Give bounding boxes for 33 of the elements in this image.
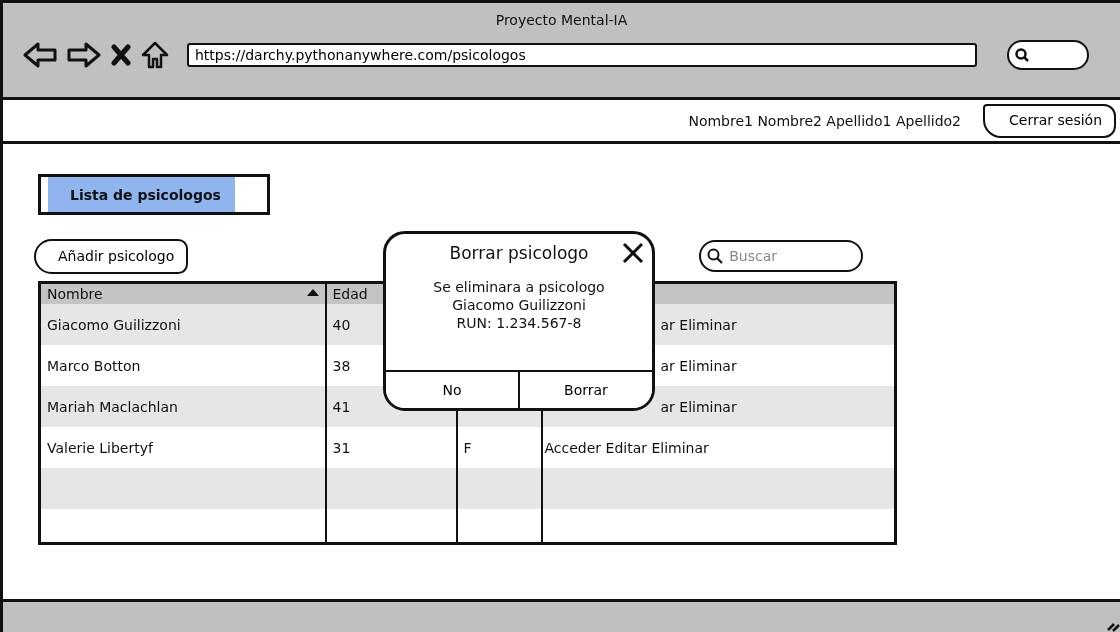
user-name: Nombre1 Nombre2 Apellido1 Apellido2 bbox=[688, 112, 962, 129]
forward-arrow-icon[interactable] bbox=[67, 42, 101, 68]
close-icon[interactable] bbox=[622, 242, 644, 264]
table-cell: F bbox=[463, 439, 472, 456]
back-arrow-icon[interactable] bbox=[23, 42, 57, 68]
stop-icon[interactable] bbox=[111, 44, 131, 66]
table-cell: Marco Botton bbox=[47, 357, 141, 374]
dialog-button[interactable]: Borrar bbox=[518, 372, 652, 408]
column-header[interactable]: Nombre bbox=[39, 282, 326, 304]
table-cell: 31 bbox=[332, 439, 351, 456]
url-field[interactable]: https://darchy.pythonanywhere.com/psicologos bbox=[187, 43, 977, 67]
table-cell: 41 bbox=[332, 398, 351, 415]
dialog-message: RUN: 1.234.567-8 bbox=[456, 314, 582, 332]
table-cell: 38 bbox=[332, 357, 351, 374]
home-icon[interactable] bbox=[141, 41, 169, 69]
table-cell: ar Eliminar bbox=[660, 316, 737, 333]
table-cell: Giacomo Guilizzoni bbox=[47, 316, 181, 333]
dialog-title: Borrar psicologo bbox=[449, 243, 589, 263]
dialog-message: Giacomo Guilizzoni bbox=[452, 296, 586, 314]
window-title: Proyecto Mental-IA bbox=[495, 12, 628, 28]
table-cell: Mariah Maclachlan bbox=[47, 398, 178, 415]
table-cell: ar Eliminar bbox=[660, 398, 737, 415]
dialog-message: Se eliminara a psicologo bbox=[433, 278, 605, 296]
browser-search-field[interactable] bbox=[1007, 40, 1089, 70]
add-button[interactable]: Añadir psicologo bbox=[34, 238, 189, 274]
table-cell: 40 bbox=[332, 316, 351, 333]
table-cell: Acceder Editar Eliminar bbox=[544, 439, 709, 456]
search-field[interactable]: Buscar bbox=[699, 240, 864, 272]
search-icon bbox=[1015, 48, 1029, 62]
logout-button[interactable]: Cerrar sesión bbox=[983, 103, 1116, 138]
table-cell: Valerie Libertyf bbox=[47, 439, 153, 456]
page-title: Lista de psicologos bbox=[48, 177, 235, 212]
table-cell: ar Eliminar bbox=[660, 357, 737, 374]
